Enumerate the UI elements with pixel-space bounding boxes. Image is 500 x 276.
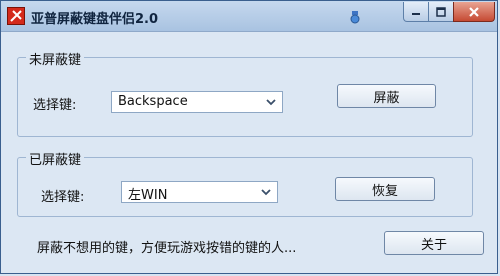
blocked-key-value: 左WIN: [128, 188, 168, 203]
main-window: 亚普屏蔽键盘伴侣2.0 未屏蔽键 选择键: Backspace 屏蔽 已屏蔽键 …: [0, 0, 498, 274]
unblocked-select-label: 选择键:: [33, 98, 77, 113]
blocked-key-select[interactable]: 左WIN: [121, 181, 278, 203]
blocked-group-legend: 已屏蔽键: [26, 149, 85, 168]
pin-icon[interactable]: [349, 9, 361, 24]
title-bar[interactable]: 亚普屏蔽键盘伴侣2.0: [1, 1, 497, 32]
unblocked-key-select[interactable]: Backspace: [111, 91, 283, 113]
description-text: 屏蔽不想用的键，方便玩游戏按错的键的人...: [37, 241, 297, 256]
chevron-down-icon: [266, 99, 276, 106]
about-button[interactable]: 关于: [384, 231, 484, 255]
chevron-down-icon: [261, 189, 271, 196]
unblocked-key-value: Backspace: [118, 94, 188, 109]
blocked-select-label: 选择键:: [41, 190, 85, 205]
minimize-button[interactable]: [403, 2, 429, 22]
maximize-button[interactable]: [428, 2, 454, 22]
close-button[interactable]: [453, 2, 495, 22]
close-icon: [469, 6, 479, 17]
restore-button[interactable]: 恢复: [335, 177, 435, 201]
block-button[interactable]: 屏蔽: [337, 84, 436, 108]
unblocked-group-legend: 未屏蔽键: [26, 49, 85, 68]
minimize-icon: [412, 12, 420, 15]
window-title: 亚普屏蔽键盘伴侣2.0: [31, 12, 159, 27]
maximize-icon: [436, 6, 446, 17]
app-icon: [7, 7, 25, 25]
